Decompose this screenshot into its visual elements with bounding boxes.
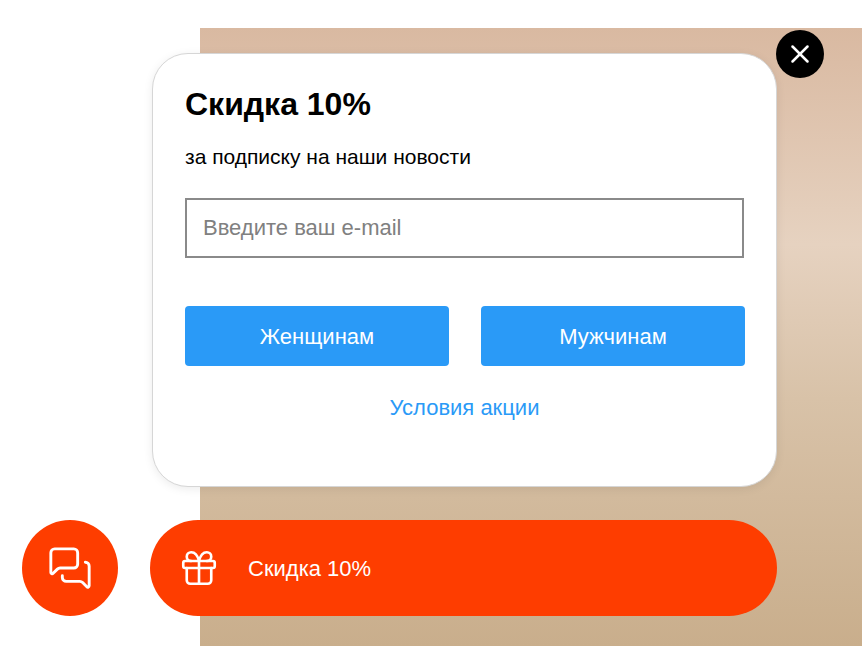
gender-button[interactable]: Мужчинам <box>481 306 745 366</box>
gift-icon <box>178 547 220 589</box>
gender-button[interactable]: Женщинам <box>185 306 449 366</box>
close-button[interactable] <box>776 30 824 78</box>
gender-buttons: Женщинам Мужчинам <box>185 306 745 366</box>
email-input[interactable] <box>185 198 744 258</box>
popup-subtitle: за подписку на наши новости <box>185 144 744 170</box>
discount-bar[interactable]: Скидка 10% <box>150 520 777 616</box>
close-icon <box>785 39 815 69</box>
popup-title: Скидка 10% <box>185 84 744 124</box>
discount-label: Скидка 10% <box>248 552 371 585</box>
page: Скидка 10% за подписку на наши новости Жен… <box>0 0 862 646</box>
subscribe-popup: Скидка 10% за подписку на наши новости Жен… <box>152 53 777 487</box>
chat-icon <box>47 545 93 591</box>
chat-button[interactable] <box>22 520 118 616</box>
terms-link[interactable]: Условия акции <box>185 394 745 422</box>
